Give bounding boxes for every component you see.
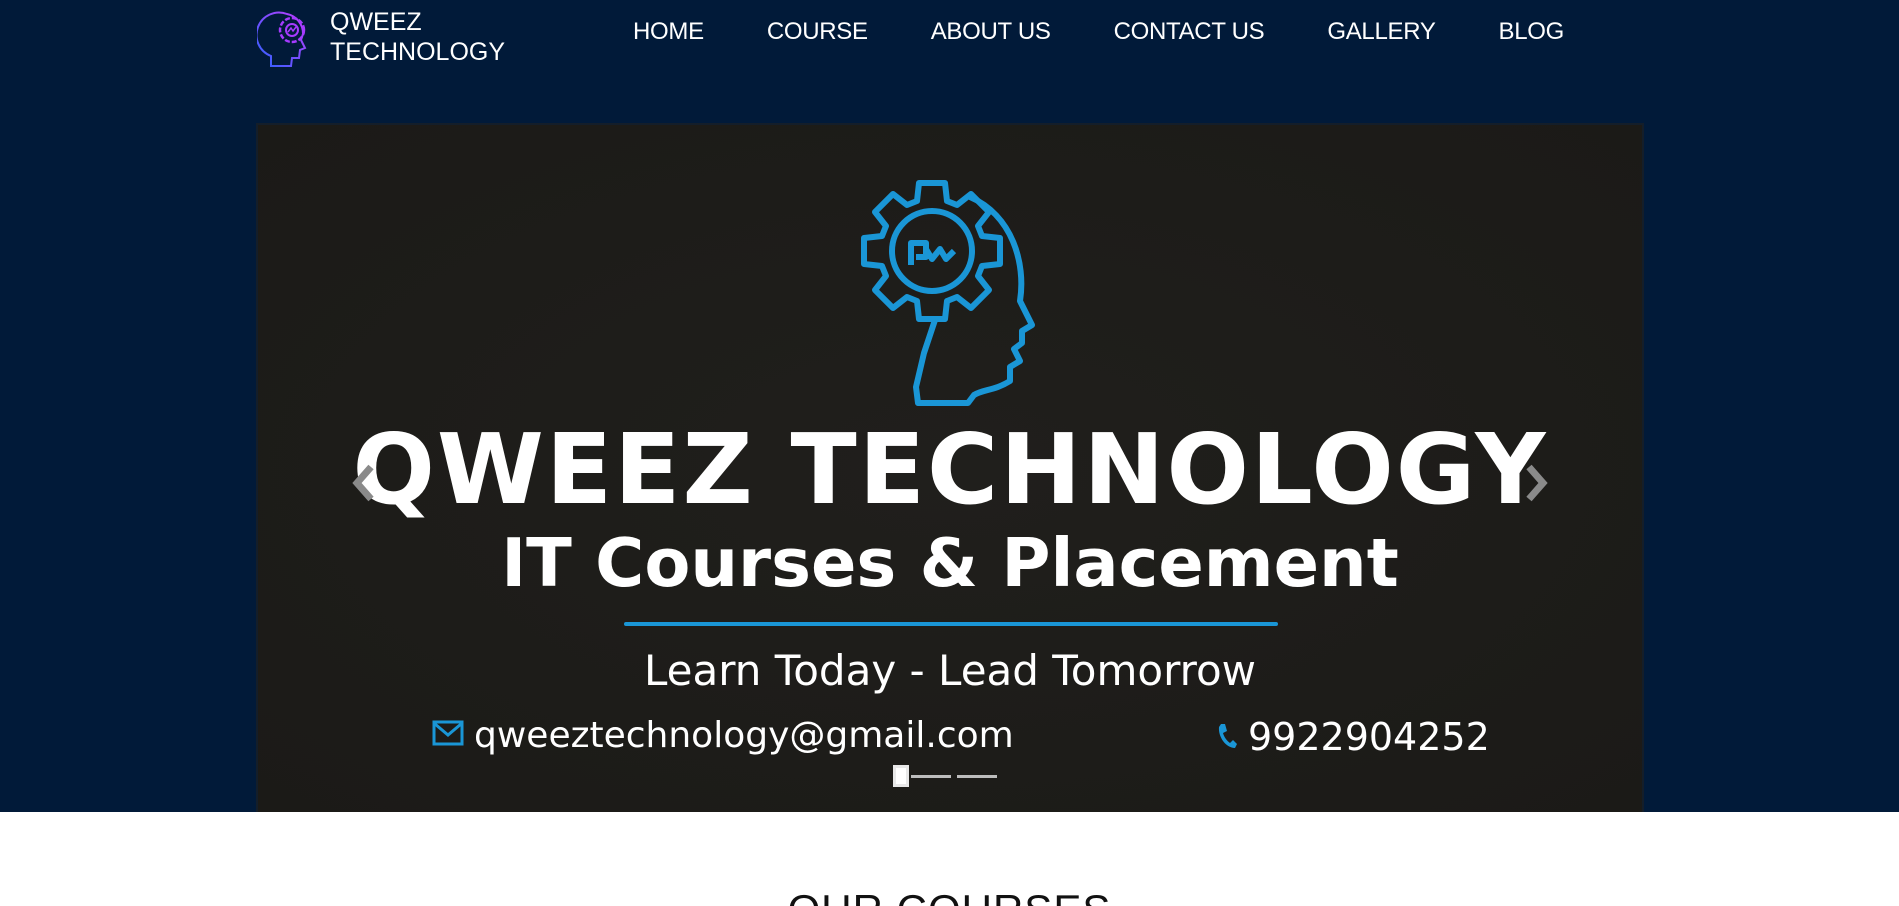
mail-icon (432, 715, 474, 756)
chevron-left-icon (349, 463, 379, 508)
hero-phone: 9922904252 (1216, 715, 1490, 759)
chevron-right-icon (1521, 463, 1551, 508)
carousel-indicator-2[interactable] (911, 774, 951, 778)
brand-name-line1: QWEEZ (330, 8, 422, 36)
gear-head-icon (844, 177, 1058, 407)
phone-text: 9922904252 (1248, 715, 1490, 759)
nav-about-us[interactable]: ABOUT US (931, 18, 1051, 46)
gear-head-logo-icon (256, 4, 316, 70)
hero-email: qweeztechnology@gmail.com (432, 715, 1014, 756)
nav-blog[interactable]: BLOG (1499, 18, 1565, 46)
brand[interactable]: QWEEZ TECHNOLOGY (256, 4, 520, 70)
nav-gallery[interactable]: GALLERY (1327, 18, 1435, 46)
email-text: qweeztechnology@gmail.com (474, 715, 1014, 756)
nav-contact-us[interactable]: CONTACT US (1114, 18, 1265, 46)
nav-course[interactable]: COURSE (767, 18, 868, 46)
header-area: QWEEZ TECHNOLOGY HOME COURSE ABOUT US CO… (0, 0, 1899, 812)
courses-heading: OUR COURSES (0, 886, 1899, 906)
brand-name: QWEEZ TECHNOLOGY (330, 7, 520, 67)
nav-home[interactable]: HOME (633, 18, 704, 46)
carousel-indicators (893, 765, 1003, 787)
phone-icon (1216, 715, 1248, 759)
hero-carousel[interactable]: QWEEZ TECHNOLOGY IT Courses & Placement … (256, 123, 1644, 812)
carousel-prev-button[interactable] (344, 455, 384, 515)
carousel-next-button[interactable] (1516, 455, 1556, 515)
hero-tagline: Learn Today - Lead Tomorrow (643, 646, 1257, 695)
hero-title: QWEEZ TECHNOLOGY (352, 413, 1548, 526)
main-nav: HOME COURSE ABOUT US CONTACT US GALLERY … (633, 18, 1564, 46)
carousel-indicator-1[interactable] (893, 765, 909, 787)
hero-divider (624, 622, 1278, 626)
carousel-indicator-3[interactable] (957, 774, 997, 778)
brand-name-line2: TECHNOLOGY (330, 38, 506, 66)
hero-subtitle: IT Courses & Placement (501, 524, 1399, 602)
